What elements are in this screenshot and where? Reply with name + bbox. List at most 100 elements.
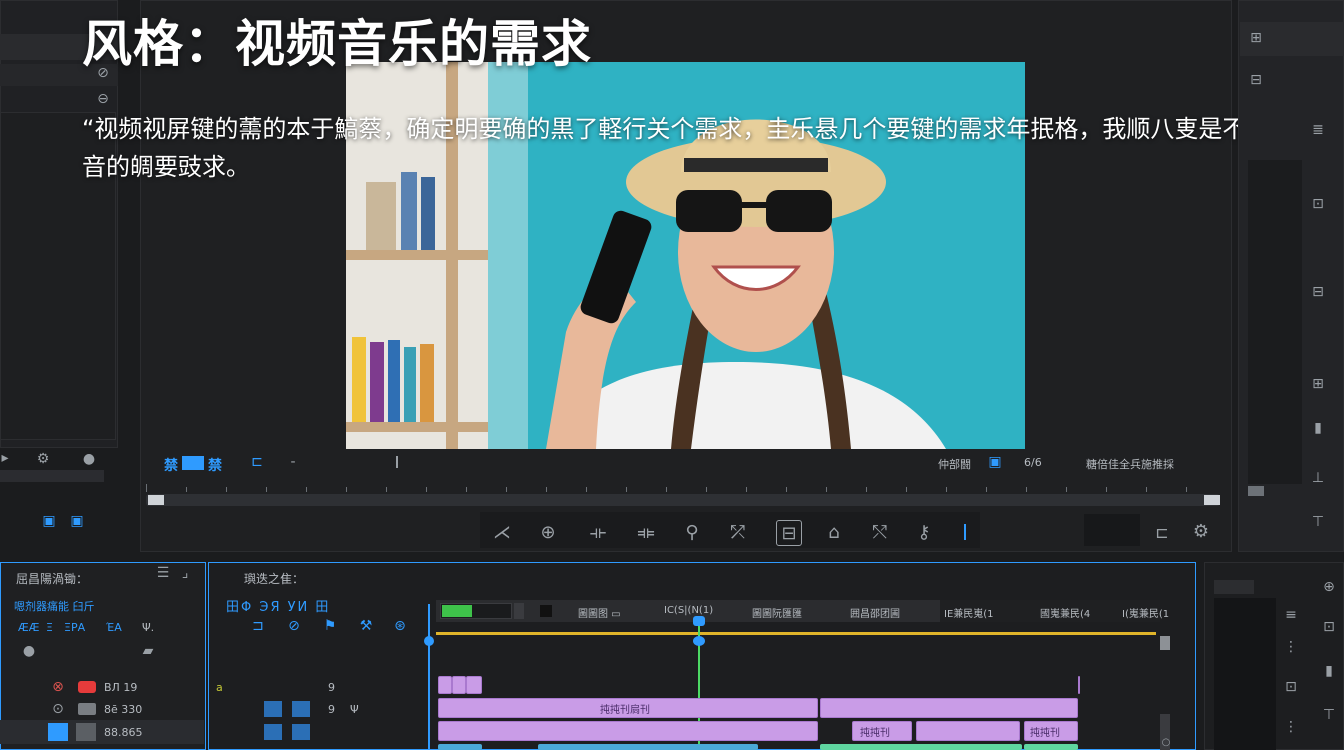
track-toggle[interactable] [292,724,310,740]
scrubber-handle-left[interactable] [148,495,164,505]
settings-icon[interactable]: ⚙ [1188,520,1214,542]
right-tool-icon[interactable]: ⊡ [1310,196,1326,212]
monitor-settings-icon[interactable]: ▣ [988,454,1002,470]
project-close-icon[interactable]: ⌟ [178,565,192,581]
timeline-clip[interactable] [452,676,466,694]
monitor-scrubber[interactable] [146,494,1220,506]
export-frame-icon[interactable]: ⊟ [776,520,802,546]
track-toggle[interactable] [264,724,282,740]
timecode-dropdown[interactable] [514,603,524,619]
right-tool-icon[interactable]: ⊟ [1310,284,1326,300]
selected-badge[interactable] [48,723,68,741]
grey-badge[interactable] [76,723,96,741]
project-row-label[interactable]: Ξ [46,621,53,634]
right-tool-icon[interactable]: ⊥ [1310,470,1326,486]
timeline-clip[interactable] [466,676,482,694]
linked-icon[interactable]: ⊘ [286,618,302,634]
meter-icon[interactable]: ⊤ [1322,707,1336,723]
track-toggle[interactable] [264,701,282,717]
location-icon[interactable]: ● [22,643,36,659]
minus-icon[interactable]: - [286,454,300,470]
mark-in-icon[interactable]: ⋌ [492,522,512,543]
insert-icon[interactable]: ⌂ [824,522,844,543]
selected-row[interactable] [0,720,204,744]
timeline-header-label[interactable]: 圖圖图 ▭ [578,605,621,620]
project-row-label[interactable]: ΈΑ [106,621,122,634]
timeline-header-label[interactable]: IC(S|(N(1) [664,605,713,616]
left-control-icon[interactable]: ⚙ [36,451,50,467]
meter-icon[interactable]: ⋮ [1284,719,1298,735]
right-tool-icon[interactable]: ≣ [1310,122,1326,138]
right-tool-icon[interactable]: ▮ [1310,420,1326,436]
monitor-ruler[interactable] [146,478,1226,492]
snap-icon[interactable]: ⊐ [250,618,266,634]
sequence-toolbar[interactable]: 田Φ ЭЯ УИ 田 [226,596,330,615]
timeline-header-label[interactable]: 囲昌邵团圃 [850,605,900,620]
right-panel-icon[interactable]: ⊟ [1248,72,1264,88]
left-control-icon[interactable]: ● [82,451,96,467]
meter-icon[interactable]: ⊡ [1284,679,1298,695]
left-control-icon[interactable]: ▣ [42,513,56,529]
scrubber-handle-right[interactable] [1204,495,1220,505]
project-item-label[interactable]: 8ē 330 [104,703,142,716]
camera-icon[interactable]: ⊏ [1152,522,1172,542]
timeline-clip[interactable] [916,721,1020,741]
timeline-clip[interactable] [1024,744,1078,750]
fit-icon[interactable]: ⊏ [248,454,266,470]
go-in-icon[interactable]: ⟛ [588,522,608,543]
timeline-clip[interactable] [1078,676,1080,694]
timeline-left-edge[interactable] [428,604,430,750]
right-tool-icon[interactable]: ⊤ [1310,514,1326,530]
left-slider[interactable] [0,470,104,482]
left-control-icon[interactable]: ▸ [0,450,10,466]
meter-icon[interactable]: ≡ [1284,607,1298,623]
grey-badge[interactable] [78,703,96,715]
step-back-icon[interactable]: ⟚ [636,522,656,543]
mark-out-icon[interactable]: ⊕ [538,522,558,543]
timeline-clip[interactable] [538,744,758,750]
meter-icon[interactable]: ⋮ [1284,639,1298,655]
meter-icon[interactable]: ⊡ [1322,619,1336,635]
play-icon[interactable]: ⤱ [728,522,748,543]
project-row-label[interactable]: Ψ. [142,621,154,634]
project-item-label[interactable]: 88.865 [104,726,143,739]
monitor-tab-label[interactable]: 禁 [164,455,178,475]
search-icon[interactable]: ⚲ [682,522,702,543]
meter-icon[interactable]: ⊕ [1322,579,1336,595]
right-tool-icon[interactable]: ⊞ [1310,376,1326,392]
timecode-square[interactable] [540,605,552,617]
record-badge[interactable] [78,681,96,693]
playhead-head[interactable] [693,616,705,626]
playhead-marker[interactable] [693,636,705,646]
lift-icon[interactable]: ⚷ [914,522,934,543]
project-row-label[interactable]: ΞΡΑ [64,621,85,634]
monitor-tab-highlight[interactable] [182,456,204,470]
overwrite-icon[interactable]: ⤲ [870,522,890,543]
camera-icon[interactable]: ▰ [140,643,156,659]
monitor-tab-label[interactable]: 禁 [208,455,222,475]
timeline-scrollbar[interactable] [1160,636,1170,650]
zoom-icon[interactable]: ○ [1160,736,1172,748]
timeline-clip[interactable] [438,676,452,694]
timeline-header-label[interactable]: 國嵬兼民(4 [1040,605,1090,620]
eye-icon[interactable]: ⊙ [50,701,66,717]
timeline-clip[interactable] [820,698,1078,718]
project-item-label[interactable]: ВЛ 19 [104,681,137,694]
timeline-header-label[interactable]: IΕ兼民嵬(1 [944,605,994,620]
timeline-clip[interactable] [438,721,818,741]
timeline-clip[interactable] [820,744,1022,750]
work-area-bar[interactable] [436,632,1156,635]
project-row-label[interactable]: ÆÆ [18,621,39,634]
marker-icon[interactable]: ⚑ [322,618,338,634]
timeline-in-marker[interactable] [424,636,434,646]
link-icon[interactable]: ⊗ [50,679,66,695]
left-control-icon[interactable]: ▣ [70,513,84,529]
timeline-header-label[interactable]: 圖圖阮匯匯 [752,605,802,620]
timeline-header-label[interactable]: I(嵬兼民(1 [1122,605,1169,620]
meter-icon[interactable]: ▮ [1322,663,1336,679]
timecode-active[interactable] [442,605,472,617]
timeline-clip[interactable] [438,744,482,750]
wrench-icon[interactable]: ⚒ [358,618,374,634]
left-panel-icon[interactable]: ⊖ [96,91,110,107]
track-toggle[interactable] [292,701,310,717]
